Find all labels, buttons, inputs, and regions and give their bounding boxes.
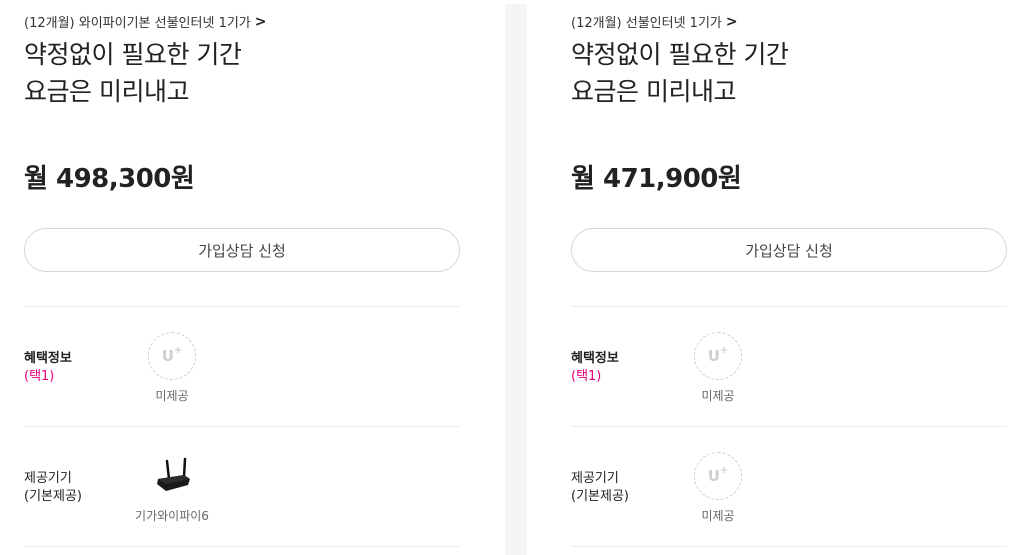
benefit-caption: 미제공 [701,389,735,403]
plan-name-text: (12개월) 와이파이기본 선불인터넷 1기가 [24,16,251,31]
device-caption: 기가와이파이6 [135,509,209,523]
benefit-choice-note: (택1) [24,369,55,384]
router-icon [157,457,190,491]
section-divider [571,426,1007,427]
plan-headline: 약정없이 필요한 기간 요금은 미리내고 [571,36,789,110]
benefit-info-label: 혜택정보 (택1) [571,351,619,384]
headline-line-1: 약정없이 필요한 기간 [571,40,789,69]
device-label: 제공기기 (기본제공) [24,471,82,504]
plan-name-link[interactable]: (12개월) 선불인터넷 1기가 > [571,12,738,32]
monthly-price: 월 471,900원 [571,164,742,194]
section-divider [24,426,460,427]
plan-card-left: (12개월) 와이파이기본 선불인터넷 1기가 > 약정없이 필요한 기간 요금… [24,0,460,555]
uplus-placeholder-icon: U+ [694,332,742,380]
headline-line-1: 약정없이 필요한 기간 [24,40,242,69]
section-divider [24,306,460,307]
consult-request-button[interactable]: 가입상담 신청 [571,228,1007,272]
headline-line-2: 요금은 미리내고 [24,77,189,106]
device-label: 제공기기 (기본제공) [571,471,629,504]
consult-request-button[interactable]: 가입상담 신청 [24,228,460,272]
monthly-price: 월 498,300원 [24,164,195,194]
benefit-choice-note: (택1) [571,369,602,384]
chevron-right-icon: > [254,13,267,30]
device-caption: 미제공 [701,509,735,523]
headline-line-2: 요금은 미리내고 [571,77,736,106]
section-divider [571,546,1007,547]
chevron-right-icon: > [725,13,738,30]
plan-card-right: (12개월) 선불인터넷 1기가 > 약정없이 필요한 기간 요금은 미리내고 … [571,0,1007,555]
plan-name-text: (12개월) 선불인터넷 1기가 [571,16,722,31]
benefit-caption: 미제공 [155,389,189,403]
column-divider [505,4,527,555]
uplus-placeholder-icon: U+ [694,452,742,500]
section-divider [24,546,460,547]
uplus-placeholder-icon: U+ [148,332,196,380]
plan-headline: 약정없이 필요한 기간 요금은 미리내고 [24,36,242,110]
benefit-info-label: 혜택정보 (택1) [24,351,72,384]
section-divider [571,306,1007,307]
plan-name-link[interactable]: (12개월) 와이파이기본 선불인터넷 1기가 > [24,12,267,32]
